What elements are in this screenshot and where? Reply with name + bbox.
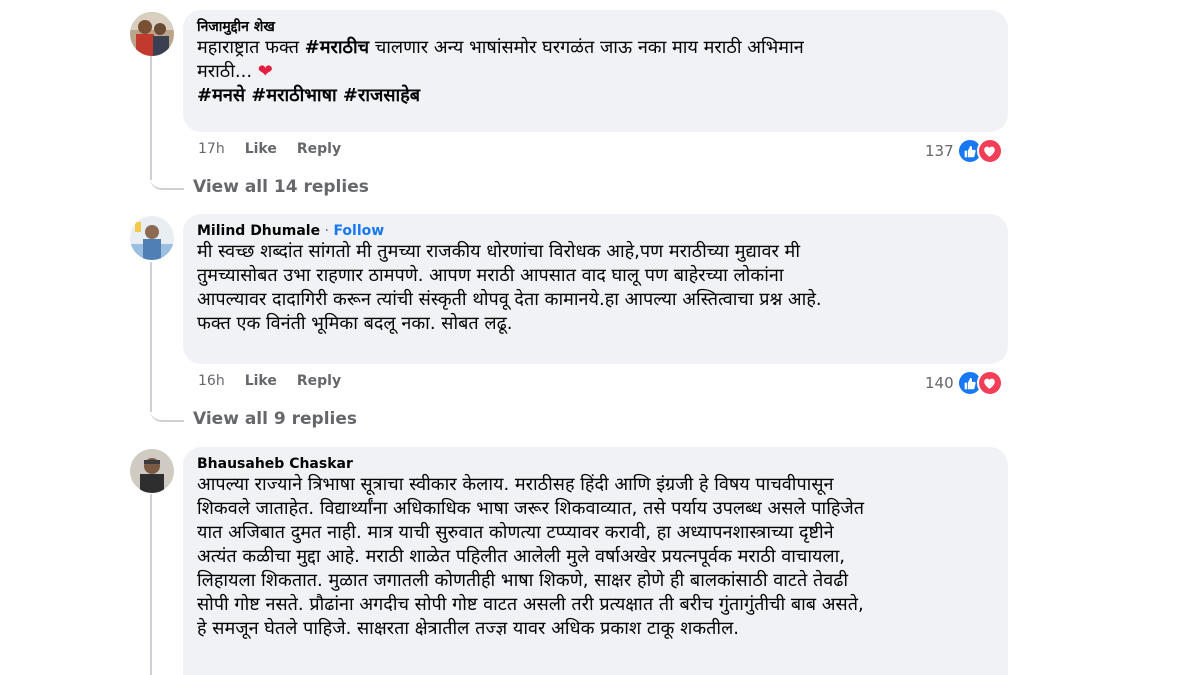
comment-line: अत्यंत कळीचा मुद्दा आहे. मराठी शाळेत पहि… (197, 546, 846, 567)
comment-text: महाराष्ट्रात फक्त #मराठीच चालणार अन्य भा… (197, 36, 994, 108)
comment-actions: 17h Like Reply (198, 141, 341, 157)
comment-author[interactable]: Milind Dhumale (197, 223, 320, 239)
reaction-summary[interactable]: 140 (925, 370, 1003, 396)
separator: · (320, 223, 334, 239)
comment-timestamp[interactable]: 17h (198, 141, 225, 157)
avatar[interactable] (130, 216, 174, 260)
comment-line: सोपी गोष्ट नसते. प्रौढांना अगदीच सोपी गो… (197, 594, 864, 615)
view-replies-link[interactable]: View all 9 replies (193, 409, 357, 429)
comment-line: तुमच्यासोबत उभा राहणार ठामपणे. आपण मराठी… (197, 265, 784, 286)
view-replies-link[interactable]: View all 14 replies (193, 177, 369, 197)
comment-line: यात अजिबात दुमत नाही. मात्र याची सुरुवात… (197, 522, 834, 543)
comment-line: आपल्यावर दादागिरी करून त्यांची संस्कृती … (197, 289, 822, 310)
reply-button[interactable]: Reply (297, 373, 341, 389)
hashtags[interactable]: #मनसे #मराठीभाषा #राजसाहेब (197, 85, 420, 106)
comment-line: शिकवले जाताहेत. विद्यार्थ्यांना अधिकाधिक… (197, 498, 865, 519)
reaction-count: 137 (925, 142, 954, 160)
comment-line: महाराष्ट्रात फक्त #मराठीच चालणार अन्य भा… (197, 37, 804, 58)
comment-bubble: Milind Dhumale · Follow मी स्वच्छ शब्दां… (183, 214, 1008, 364)
comment-actions: 16h Like Reply (198, 373, 341, 389)
thread-line (150, 494, 152, 675)
comment-line: आपल्या राज्याने त्रिभाषा सूत्राचा स्वीका… (197, 474, 834, 495)
comment-line: मी स्वच्छ शब्दांत सांगतो मी तुमच्या राजक… (197, 241, 800, 262)
comment-line: फक्त एक विनंती भूमिका बदलू नका. सोबत लढू… (197, 313, 513, 334)
reaction-count: 140 (925, 374, 954, 392)
comment-line: हे समजून घेतले पाहिजे. साक्षरता क्षेत्रा… (197, 618, 740, 639)
thread-connector (150, 380, 184, 422)
comment-bubble: Bhausaheb Chaskar आपल्या राज्याने त्रिभा… (183, 447, 1008, 675)
comment-line: मराठी... ❤ (197, 61, 273, 82)
like-button[interactable]: Like (245, 141, 277, 157)
reaction-summary[interactable]: 137 (925, 138, 1003, 164)
avatar[interactable] (130, 449, 174, 493)
follow-button[interactable]: Follow (333, 223, 384, 239)
comment-author[interactable]: निजामुद्दीन शेख (197, 19, 275, 35)
heart-emoji-icon: ❤ (257, 61, 273, 82)
love-reaction-icon (976, 370, 1003, 396)
love-reaction-icon (976, 138, 1003, 164)
comment-timestamp[interactable]: 16h (198, 373, 225, 389)
like-button[interactable]: Like (245, 373, 277, 389)
avatar[interactable] (130, 12, 174, 56)
comment-text: मी स्वच्छ शब्दांत सांगतो मी तुमच्या राजक… (197, 240, 994, 336)
reply-button[interactable]: Reply (297, 141, 341, 157)
thread-connector (150, 150, 184, 190)
comment-line: #मनसे #मराठीभाषा #राजसाहेब (197, 84, 994, 108)
comment-bubble: निजामुद्दीन शेख महाराष्ट्रात फक्त #मराठी… (183, 10, 1008, 132)
comment-text: आपल्या राज्याने त्रिभाषा सूत्राचा स्वीका… (197, 473, 994, 641)
comment-line: लिहायला शिकतात. मुळात जगातली कोणतीही भाष… (197, 570, 849, 591)
comment-author[interactable]: Bhausaheb Chaskar (197, 456, 353, 472)
